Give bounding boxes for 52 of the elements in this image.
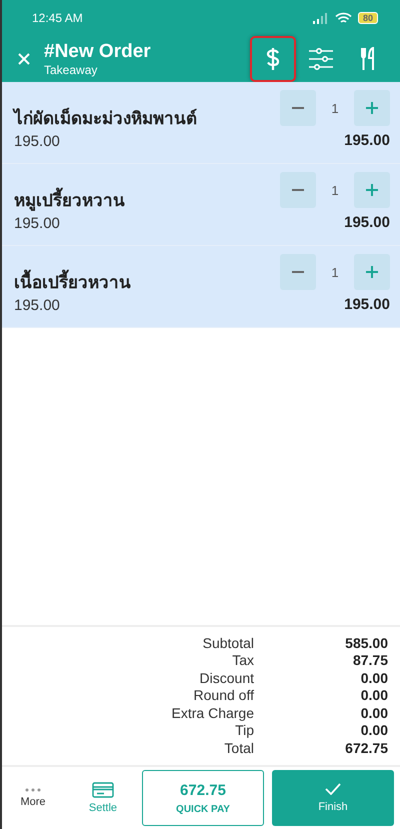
minus-icon <box>292 189 304 191</box>
more-icon <box>25 788 41 792</box>
dollar-icon <box>266 47 280 71</box>
order-type: Takeaway <box>44 63 98 77</box>
wifi-icon <box>334 12 352 24</box>
item-quantity: 1 <box>330 182 340 198</box>
dollar-button[interactable] <box>250 36 296 82</box>
total-value: 0.00 <box>360 670 388 687</box>
total-label: Extra Charge <box>170 704 254 722</box>
item-price: 195.00 <box>14 215 61 232</box>
total-value: 87.75 <box>352 652 388 670</box>
battery-level: 80 <box>358 12 378 24</box>
close-icon[interactable] <box>18 53 30 65</box>
item-name: หมูเปรี้ยวหวาน <box>14 186 280 213</box>
total-value: 0.00 <box>360 704 388 722</box>
order-item[interactable]: เนื้อเปรี้ยวหวาน 195.00 1 195.00 <box>2 246 400 328</box>
plus-icon <box>366 266 378 278</box>
total-value: 672.75 <box>344 740 388 757</box>
total-label: Total <box>223 740 254 757</box>
increase-button[interactable] <box>354 254 390 290</box>
total-label: Subtotal <box>202 634 254 652</box>
card-icon <box>92 782 114 798</box>
item-amount: 195.00 <box>344 214 390 231</box>
status-time: 12:45 AM <box>32 11 83 25</box>
increase-button[interactable] <box>354 90 390 126</box>
total-label: Round off <box>192 687 254 704</box>
total-label: Tax <box>231 652 254 670</box>
sliders-icon <box>308 47 334 71</box>
item-name: ไก่ผัดเม็ดมะม่วงหิมพานต์ <box>14 106 198 131</box>
minus-icon <box>292 107 304 109</box>
total-value: 0.00 <box>360 687 388 704</box>
total-label: Discount <box>198 670 254 687</box>
increase-button[interactable] <box>354 172 390 208</box>
total-value: 585.00 <box>344 634 388 652</box>
item-name: เนื้อเปรี้ยวหวาน <box>14 268 280 295</box>
total-value: 0.00 <box>360 722 388 740</box>
order-title: #New Order <box>44 41 152 63</box>
signal-icon <box>312 12 329 24</box>
more-tab[interactable]: More <box>2 768 64 828</box>
check-icon <box>325 783 341 795</box>
total-label: Tip <box>234 722 254 740</box>
item-amount: 195.00 <box>344 132 390 149</box>
item-price: 195.00 <box>14 297 61 314</box>
plus-icon <box>366 102 378 114</box>
order-item[interactable]: หมูเปรี้ยวหวาน 195.00 1 195.00 <box>2 164 400 246</box>
item-quantity: 1 <box>330 264 340 280</box>
order-item[interactable]: ไก่ผัดเม็ดมะม่วงหิมพานต์ 195.00 1 195.00 <box>2 82 400 164</box>
minus-icon <box>292 271 304 273</box>
item-price: 195.00 <box>14 133 61 150</box>
item-quantity: 1 <box>330 100 340 116</box>
plus-icon <box>366 184 378 196</box>
item-amount: 195.00 <box>344 296 390 313</box>
